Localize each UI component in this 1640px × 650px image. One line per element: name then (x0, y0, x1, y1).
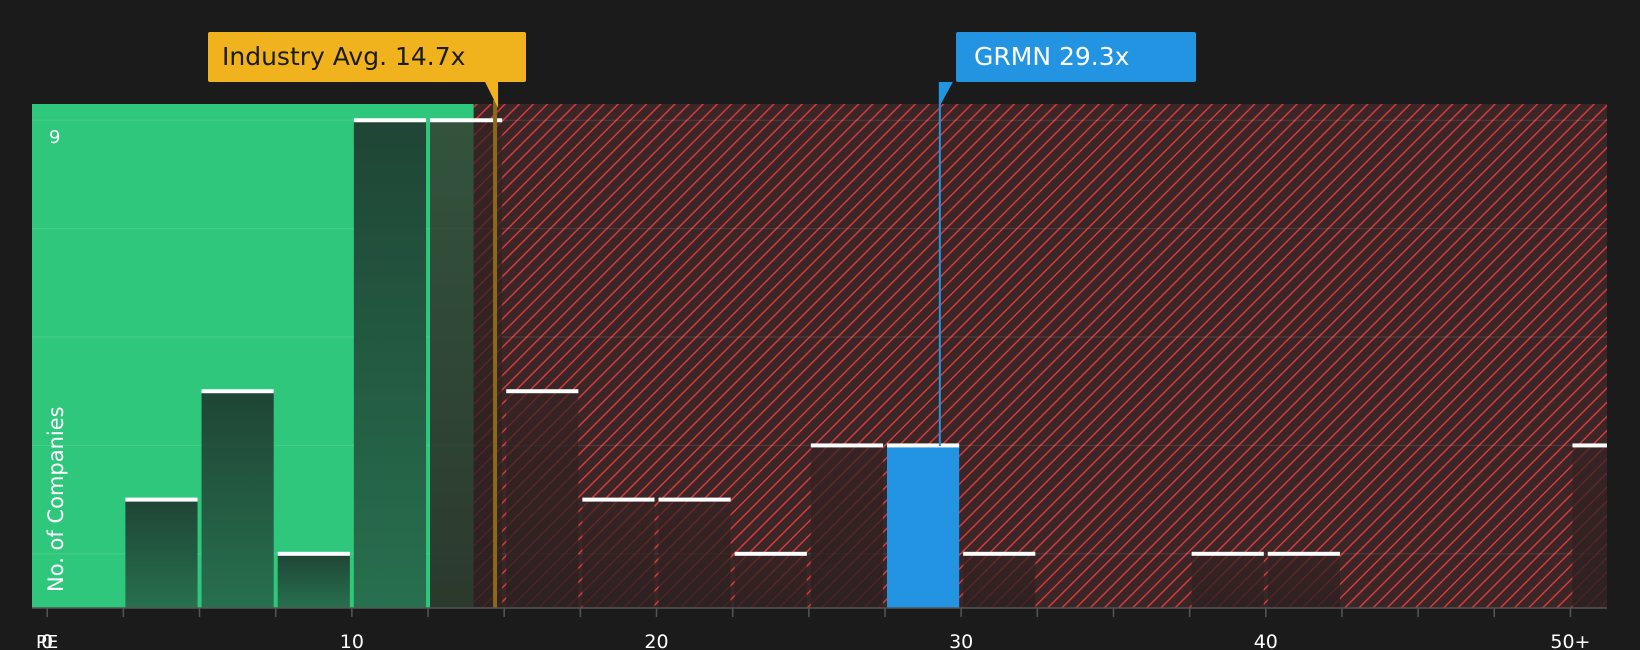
histogram-bar (506, 391, 579, 608)
industry-average-callout: Industry Avg. 14.7x (208, 32, 526, 82)
y-axis-label: No. of Companies (44, 406, 68, 592)
histogram-bar (1267, 553, 1340, 608)
x-tick-label: 30 (949, 631, 973, 650)
bar-top-marker (1572, 443, 1607, 448)
histogram-bar (277, 553, 350, 608)
bar-top-marker (963, 551, 1036, 556)
bar-top-marker (201, 389, 274, 394)
x-axis: 0 10 20 30 40 50+ (32, 607, 1607, 650)
bar-top-marker (658, 497, 731, 502)
bar-top-marker (353, 118, 427, 123)
histogram-bar (125, 499, 198, 608)
bar-top-marker (810, 443, 883, 448)
histogram-bar (1191, 553, 1264, 608)
bar-top-marker (125, 497, 198, 502)
bar-top-marker (582, 497, 655, 502)
histogram-bar (1572, 445, 1607, 608)
histogram-bar (582, 499, 655, 608)
company-pe-callout: GRMN 29.3x (956, 32, 1196, 82)
histogram-bar (201, 391, 274, 608)
company-callout-pointer (939, 82, 953, 106)
histogram-bar (886, 445, 960, 608)
bar-top-marker (277, 551, 350, 556)
bar-top-marker (506, 389, 579, 394)
x-tick-label: 10 (340, 631, 364, 650)
x-tick-label: 20 (644, 631, 668, 650)
bar-top-marker (1191, 551, 1264, 556)
histogram-bar (658, 499, 731, 608)
bar-top-marker (430, 118, 503, 123)
histogram-bar (963, 553, 1036, 608)
bar-top-marker (1267, 551, 1340, 556)
histogram-bar (353, 120, 427, 609)
y-max-tick-label: 9 (49, 127, 60, 148)
histogram-bar (734, 553, 807, 608)
x-axis-label: PE (36, 632, 58, 650)
histogram-bar (810, 445, 883, 608)
pe-histogram-chart: 0 10 20 30 40 50+ 9 No. of Companies PE (32, 82, 1607, 650)
x-tick-label: 50+ (1550, 631, 1590, 650)
bar-top-marker (886, 443, 960, 448)
bar-top-marker (734, 551, 807, 556)
x-tick-label: 40 (1254, 631, 1278, 650)
histogram-bar (430, 120, 503, 609)
